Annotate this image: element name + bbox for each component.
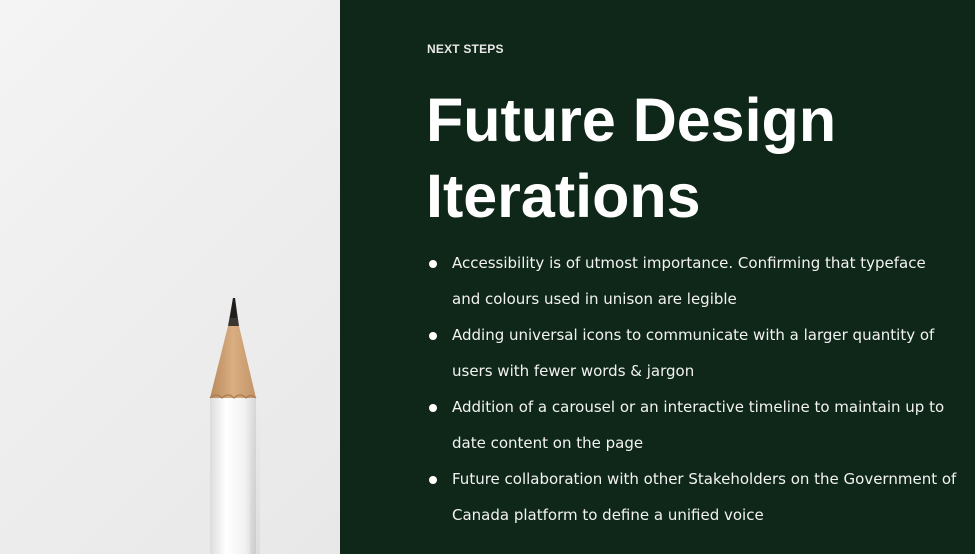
bullet-icon <box>429 260 437 268</box>
bullet-icon <box>429 404 437 412</box>
list-item: Adding universal icons to communicate wi… <box>427 317 957 389</box>
bullet-icon <box>429 476 437 484</box>
pencil-photo <box>0 0 340 554</box>
list-item-text: Future collaboration with other Stakehol… <box>452 470 957 524</box>
slide: NEXT STEPS Future Design Iterations Acce… <box>0 0 975 554</box>
page-title: Future Design Iterations <box>426 86 837 230</box>
content-panel: NEXT STEPS Future Design Iterations Acce… <box>340 0 975 554</box>
list-item: Addition of a carousel or an interactive… <box>427 389 957 461</box>
list-item-text: Accessibility is of utmost importance. C… <box>452 254 926 308</box>
list-item-text: Addition of a carousel or an interactive… <box>452 398 945 452</box>
next-steps-list: Accessibility is of utmost importance. C… <box>427 245 957 533</box>
list-item-text: Adding universal icons to communicate wi… <box>452 326 935 380</box>
pencil-icon <box>209 298 260 554</box>
list-item: Accessibility is of utmost importance. C… <box>427 245 957 317</box>
bullet-icon <box>429 332 437 340</box>
section-eyebrow: NEXT STEPS <box>427 42 504 56</box>
list-item: Future collaboration with other Stakehol… <box>427 461 957 533</box>
